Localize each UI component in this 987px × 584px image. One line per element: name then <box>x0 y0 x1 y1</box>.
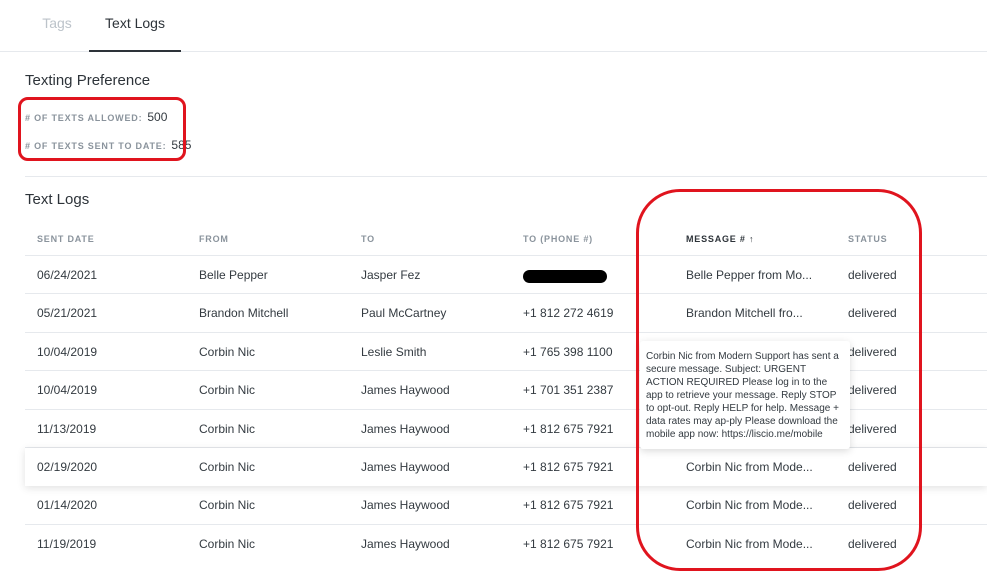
table-header: SENT DATE FROM TO TO (PHONE #) MESSAGE #… <box>25 220 987 256</box>
text-logs-title: Text Logs <box>25 191 90 208</box>
cell-to: Leslie Smith <box>361 344 427 359</box>
cell-status: delivered <box>848 268 897 282</box>
section-divider <box>25 176 987 177</box>
cell-status: delivered <box>848 421 897 436</box>
cell-from: Corbin Nic <box>199 498 256 513</box>
message-tooltip: Corbin Nic from Modern Support has sent … <box>640 341 850 449</box>
cell-from: Belle Pepper <box>199 268 268 282</box>
cell-from: Corbin Nic <box>199 459 256 474</box>
cell-message: Corbin Nic from Mode... <box>686 498 813 513</box>
cell-to: Jasper Fez <box>361 268 421 282</box>
column-status[interactable]: STATUS <box>848 234 887 244</box>
cell-phone: +1 812 675 7921 <box>523 459 614 474</box>
cell-status: delivered <box>848 498 897 513</box>
cell-to: James Haywood <box>361 421 450 436</box>
cell-phone: +1 812 675 7921 <box>523 536 614 551</box>
cell-to: James Haywood <box>361 383 450 398</box>
column-message-sorted[interactable]: MESSAGE # ↑ <box>686 234 754 244</box>
table-row-hovered[interactable]: 02/19/2020 Corbin Nic James Haywood +1 8… <box>25 448 987 486</box>
cell-status: delivered <box>848 536 897 551</box>
table-row[interactable]: 05/21/2021 Brandon Mitchell Paul McCartn… <box>25 294 987 333</box>
table-row[interactable]: 01/14/2020 Corbin Nic James Haywood +1 8… <box>25 486 987 525</box>
cell-from: Corbin Nic <box>199 421 256 436</box>
cell-phone-redacted <box>523 268 607 283</box>
cell-phone: +1 765 398 1100 <box>523 344 613 359</box>
tab-bar: Tags Text Logs <box>0 0 987 52</box>
cell-phone: +1 701 351 2387 <box>523 383 614 398</box>
cell-message: Corbin Nic from Mode... <box>686 536 813 551</box>
tab-text-logs[interactable]: Text Logs <box>89 0 181 52</box>
cell-message: Corbin Nic from Mode... <box>686 459 813 474</box>
cell-status: delivered <box>848 459 897 474</box>
cell-phone: +1 812 675 7921 <box>523 421 614 436</box>
column-to-phone[interactable]: TO (PHONE #) <box>523 234 593 244</box>
cell-sent-date: 11/13/2019 <box>37 421 97 436</box>
cell-phone: +1 812 675 7921 <box>523 498 614 513</box>
column-sent-date[interactable]: SENT DATE <box>37 234 95 244</box>
table-row[interactable]: 06/24/2021 Belle Pepper Jasper Fez Belle… <box>25 256 987 295</box>
column-to[interactable]: TO <box>361 234 375 244</box>
cell-status: delivered <box>848 383 897 398</box>
cell-sent-date: 02/19/2020 <box>37 459 98 474</box>
cell-sent-date: 05/21/2021 <box>37 306 98 321</box>
redaction-bar <box>523 269 607 283</box>
cell-sent-date: 10/04/2019 <box>37 344 98 359</box>
cell-sent-date: 11/19/2019 <box>37 536 97 551</box>
table-row[interactable]: 11/19/2019 Corbin Nic James Haywood +1 8… <box>25 525 987 563</box>
cell-from: Corbin Nic <box>199 383 256 398</box>
cell-to: James Haywood <box>361 536 450 551</box>
cell-message: Belle Pepper from Mo... <box>686 268 813 282</box>
column-from[interactable]: FROM <box>199 234 229 244</box>
cell-sent-date: 01/14/2020 <box>37 498 98 513</box>
cell-sent-date: 06/24/2021 <box>37 268 98 282</box>
cell-status: delivered <box>848 306 897 321</box>
cell-status: delivered <box>848 344 897 359</box>
cell-from: Corbin Nic <box>199 536 256 551</box>
cell-phone: +1 812 272 4619 <box>523 306 614 321</box>
cell-sent-date: 10/04/2019 <box>37 383 98 398</box>
tab-tags[interactable]: Tags <box>20 0 94 52</box>
cell-to: Paul McCartney <box>361 306 447 321</box>
cell-from: Corbin Nic <box>199 344 256 359</box>
preference-highlight-annotation <box>18 97 186 161</box>
texting-preference-title: Texting Preference <box>25 72 151 89</box>
cell-message: Brandon Mitchell fro... <box>686 306 803 321</box>
cell-to: James Haywood <box>361 498 450 513</box>
cell-from: Brandon Mitchell <box>199 306 289 321</box>
cell-to: James Haywood <box>361 459 450 474</box>
